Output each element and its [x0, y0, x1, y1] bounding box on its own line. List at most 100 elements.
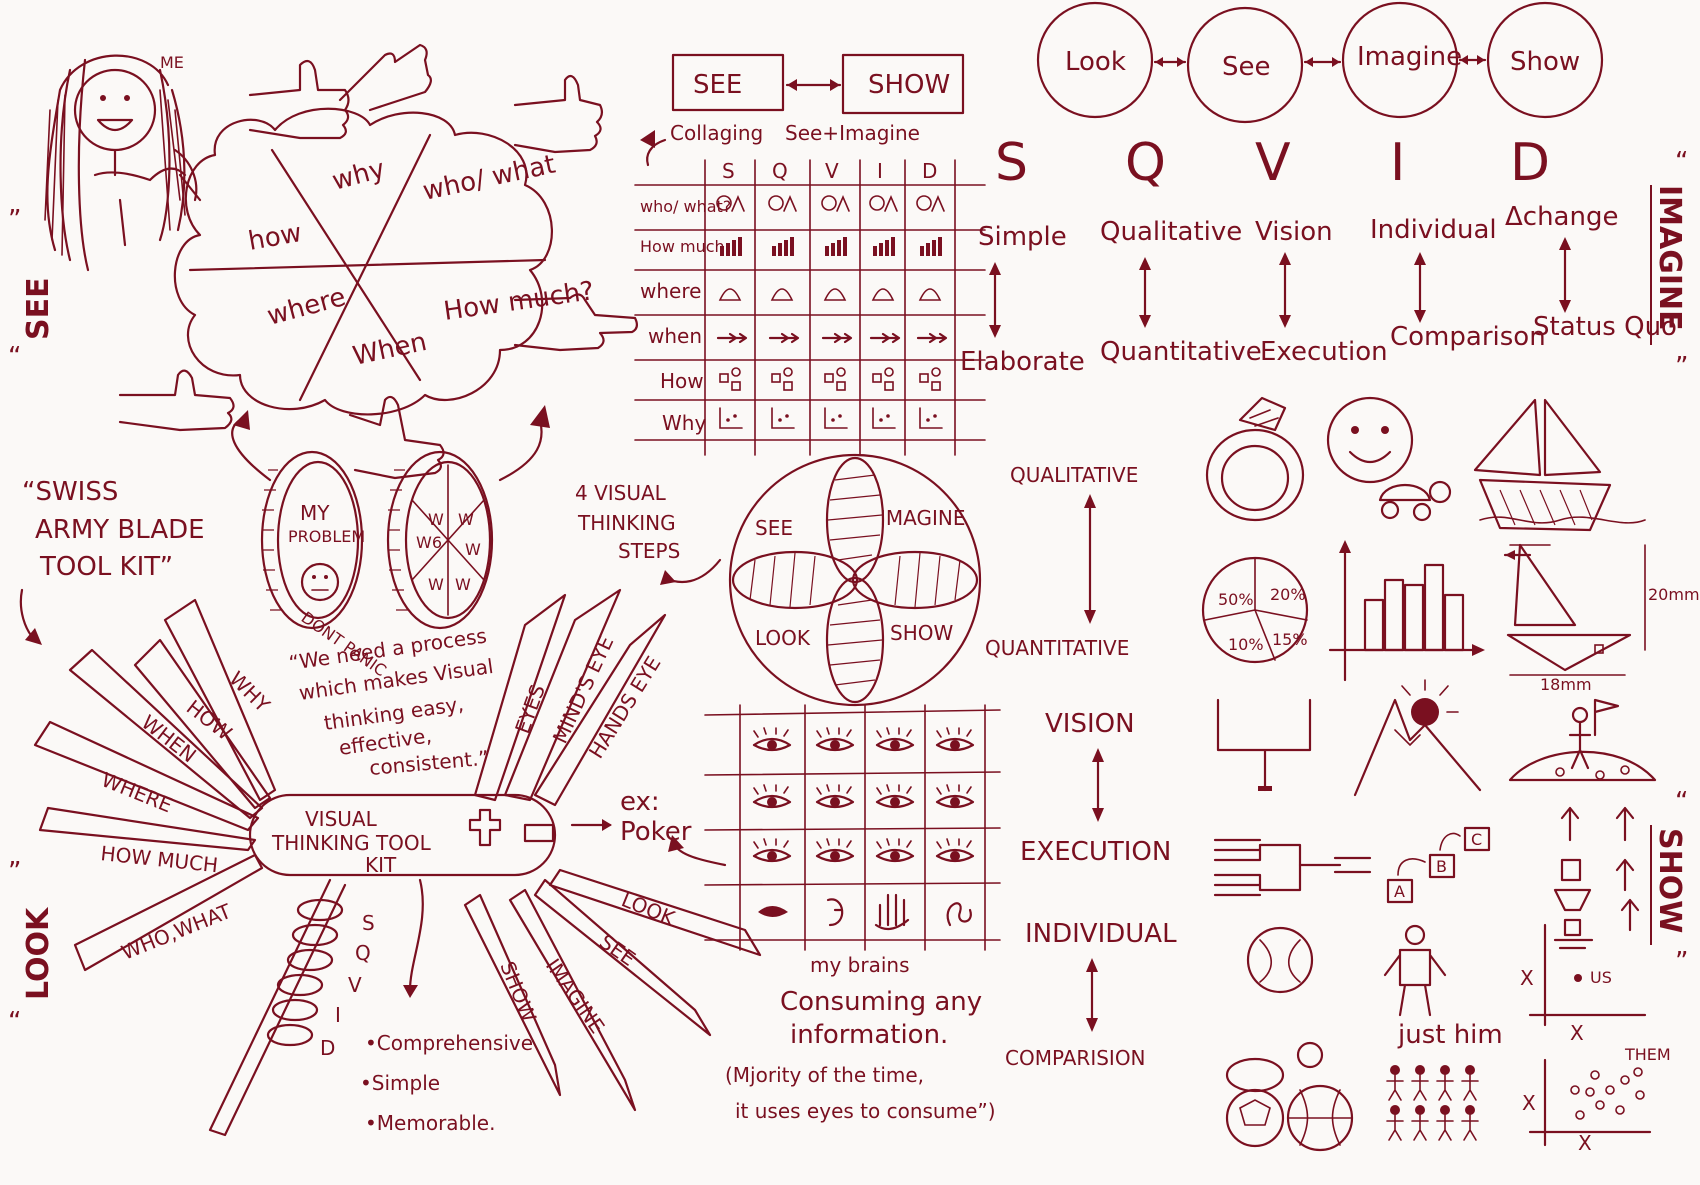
tournament-bracket-icon: [1213, 838, 1372, 897]
axis-x-label: X: [1578, 1131, 1592, 1155]
blade-eyes: EYES: [510, 681, 550, 736]
arrowhead-icon: [233, 410, 250, 430]
w6-how-much: How much?: [442, 276, 596, 327]
baseball-icon: [1246, 926, 1314, 994]
swiss-cross-icon: [468, 808, 502, 847]
toolkit-bullets: •Comprehensive •Simple •Memorable.: [360, 1031, 533, 1135]
bullet-memorable: •Memorable.: [365, 1111, 495, 1135]
grid-dot-doodle: [933, 414, 937, 418]
show-box-label: SHOW: [868, 70, 950, 100]
grid-arrow-doodle: [768, 332, 790, 344]
blade-who-what: WHO,WHAT: [118, 899, 235, 965]
sqvid-top-change: Δchange: [1505, 202, 1618, 232]
bullet-simple: •Simple: [360, 1071, 440, 1095]
grid-arrow-doodle: [887, 332, 901, 344]
poker-label: Poker: [620, 817, 692, 847]
person-body-icon: [1461, 1114, 1479, 1141]
swiss-line-3: TOOL KIT”: [39, 552, 173, 582]
them-dot: [1595, 1100, 1605, 1110]
sqvid-bottom-comparison: Comparison: [1390, 322, 1546, 352]
grid-shape-doodle: [824, 373, 834, 383]
them-dot: [1585, 1087, 1595, 1097]
sailboat-icon: [1473, 398, 1646, 532]
eye-pupil-icon: [830, 851, 840, 861]
look-see-imagine-show-chain: Look See Imagine Show: [1036, 1, 1604, 124]
grid-bar-doodle: [720, 246, 724, 256]
bullet-comprehensive: •Comprehensive: [365, 1031, 533, 1055]
eye-pupil-icon: [890, 851, 900, 861]
ear-icon: [826, 898, 844, 927]
quote-close-icon: ”: [1675, 352, 1688, 382]
visual-thinking-sketchnote: SEE “ ” LOOK “ ” IMAGINE “ ” SHOW “ ” ME: [8, 1, 1700, 1155]
see-imagine-label: See+Imagine: [785, 121, 920, 145]
grid-map-doodle: [823, 288, 847, 301]
vertical-sqvid-v: V: [348, 973, 362, 997]
blade-look: LOOK: [618, 887, 679, 930]
chain-see: See: [1222, 52, 1271, 82]
quote-open-icon: “: [1675, 147, 1688, 177]
grid-bar-doodle: [879, 243, 883, 256]
sqvid-top-individual: Individual: [1370, 215, 1497, 245]
w6-cloud: why who/ what how where How much? When: [173, 107, 596, 416]
side-label-see: SEE “ ”: [8, 205, 56, 372]
side-label-see-text: SEE: [21, 277, 56, 340]
grid-dot-doodle: [831, 418, 835, 422]
hill-flag-icon: [1508, 698, 1657, 782]
grid-face-doodle: [916, 195, 932, 211]
grid-shape-doodle: [719, 373, 729, 383]
sqvid-grid: S Q V I D who/ what? How much where when…: [634, 159, 986, 456]
brain-line-1: my brains: [810, 953, 910, 977]
grid-bar-doodle: [726, 243, 730, 256]
person-body-icon: [1386, 1074, 1404, 1101]
coin-w: W: [458, 510, 474, 529]
grid-row-why: Why: [662, 411, 706, 435]
grid-bar-doodle: [772, 246, 776, 256]
sqvid-letter-q: Q: [1125, 133, 1166, 193]
us-scatter-icon: US X X: [1520, 923, 1647, 1045]
eye-pupil-icon: [830, 740, 840, 750]
grid-shape-doodle: [771, 373, 781, 383]
grid-figure-doodle: [783, 194, 797, 212]
just-him-label: just him: [1397, 1020, 1503, 1050]
grid-bar-doodle: [920, 246, 924, 256]
eye-pupil-icon: [950, 797, 960, 807]
swiss-line-1: “SWISS: [22, 477, 118, 507]
hand-icon: [874, 893, 910, 931]
smiley-turtle-icon: [1326, 396, 1452, 522]
toolkit-line-3: KIT: [365, 853, 397, 877]
blade-why: WHY: [224, 667, 275, 718]
person-body-icon: [1436, 1074, 1454, 1101]
grid-bar-doodle: [885, 240, 889, 256]
grid-dot-doodle: [726, 418, 730, 422]
grid-map-doodle: [718, 288, 742, 301]
pie-15: 15%: [1272, 630, 1308, 649]
blade-show: SHOW: [495, 958, 541, 1026]
process-quote: “We need a process which makes Visual th…: [287, 623, 494, 780]
grid-shape-doodle: [931, 381, 941, 391]
icon-gallery: 50% 20% 15% 10% 20mm 18mm A B C just him…: [1201, 396, 1700, 1155]
collaging-label: Collaging: [670, 121, 763, 145]
quote-close-icon: ”: [8, 205, 21, 235]
sqvid-letter-s: S: [995, 133, 1028, 193]
grid-axis-doodle: [872, 407, 896, 429]
them-dot: [1615, 1105, 1625, 1115]
grid-bar-doodle: [891, 237, 895, 256]
blade-imagine: IMAGINE: [541, 954, 610, 1038]
them-dot: [1605, 1085, 1615, 1095]
toolkit-line-1: VISUAL: [305, 807, 378, 831]
ex-label: ex:: [620, 787, 660, 817]
abc-steps-icon: A B C: [1386, 826, 1491, 904]
eyes-grid: [704, 704, 1001, 951]
grid-arrow-doodle: [716, 332, 738, 344]
vertical-sqvid-q: Q: [355, 941, 371, 965]
flower-see: SEE: [755, 516, 793, 540]
person-head-icon: [1415, 1105, 1425, 1115]
me-label: ME: [160, 53, 184, 72]
chain-show: Show: [1510, 47, 1580, 77]
us-label: US: [1590, 968, 1612, 987]
bar-chart-icon: [1328, 540, 1485, 682]
w6-when: When: [350, 327, 429, 372]
coin-w: W: [455, 575, 471, 594]
arrow-icon: [231, 418, 272, 482]
coin-w: W: [428, 575, 444, 594]
